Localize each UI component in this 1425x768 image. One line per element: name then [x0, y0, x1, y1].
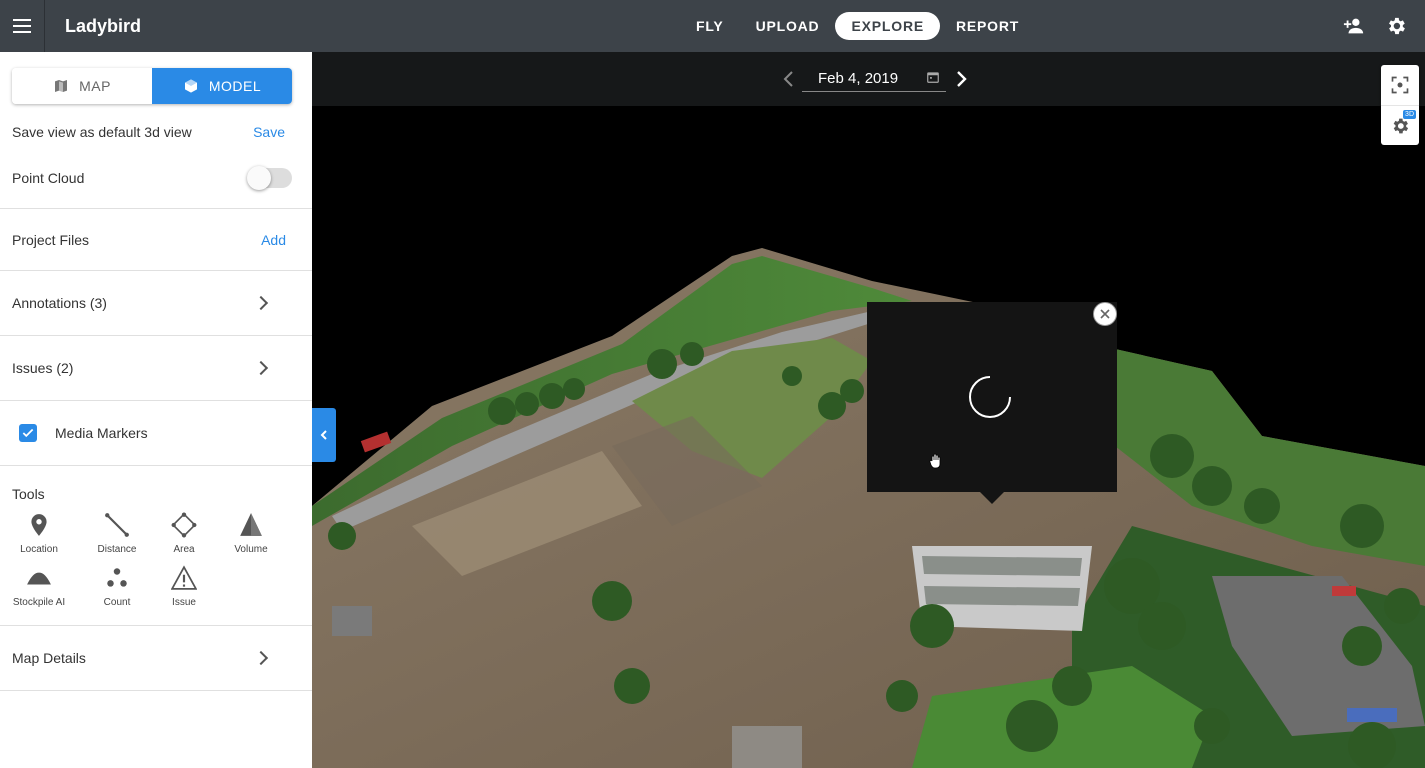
tool-issue[interactable]: Issue — [157, 565, 211, 608]
tool-distance[interactable]: Distance — [90, 512, 144, 555]
main-nav: FLY UPLOAD EXPLORE REPORT — [680, 0, 1035, 52]
top-bar: Ladybird FLY UPLOAD EXPLORE REPORT — [0, 0, 1425, 52]
chevron-left-icon[interactable] — [782, 70, 796, 88]
loading-spinner-icon — [969, 376, 1011, 418]
point-cloud-row: Point Cloud — [0, 158, 312, 198]
annotations-row[interactable]: Annotations (3) — [0, 271, 312, 335]
tools-grid: Location Distance Area Volume Stockpile … — [0, 502, 312, 608]
media-marker-popup — [867, 302, 1117, 504]
collapse-sidebar-button[interactable] — [312, 408, 336, 462]
3d-badge: 3D — [1403, 110, 1416, 119]
issues-row[interactable]: Issues (2) — [0, 336, 312, 400]
model-toggle-label: MODEL — [208, 78, 262, 94]
close-popup-button[interactable] — [1093, 302, 1117, 326]
tool-stockpile-ai[interactable]: Stockpile AI — [12, 565, 66, 608]
date-picker-field[interactable]: Feb 4, 2019 — [802, 66, 946, 92]
tool-count[interactable]: Count — [90, 565, 144, 608]
app-title: Ladybird — [65, 15, 142, 36]
save-view-label: Save view as default 3d view — [12, 124, 192, 140]
map-details-label: Map Details — [12, 650, 86, 666]
chevron-left-icon — [320, 430, 327, 440]
tool-volume[interactable]: Volume — [224, 512, 278, 555]
issues-label: Issues (2) — [12, 360, 74, 376]
nav-fly[interactable]: FLY — [680, 12, 740, 40]
map-icon — [55, 80, 68, 92]
nav-explore[interactable]: EXPLORE — [835, 12, 940, 40]
point-cloud-label: Point Cloud — [12, 170, 85, 186]
save-view-row: Save view as default 3d view Save — [0, 106, 312, 158]
chevron-right-icon — [253, 650, 269, 666]
area-polygon-icon — [171, 512, 197, 538]
tool-area[interactable]: Area — [157, 512, 211, 555]
location-pin-icon — [31, 514, 47, 536]
distance-line-icon — [105, 513, 129, 537]
checkmark-icon — [22, 428, 34, 438]
count-dots-icon — [107, 568, 127, 587]
tool-area-label: Area — [173, 544, 195, 555]
tool-distance-label: Distance — [97, 544, 137, 555]
tools-heading: Tools — [12, 486, 45, 502]
close-icon — [1100, 309, 1110, 319]
nav-report[interactable]: REPORT — [940, 12, 1035, 40]
popup-pointer — [980, 492, 1004, 504]
tool-volume-label: Volume — [234, 544, 268, 555]
tool-count-label: Count — [103, 597, 131, 608]
3d-settings-button[interactable]: 3D — [1381, 105, 1419, 145]
chevron-right-icon[interactable] — [954, 70, 968, 88]
tool-location-label: Location — [20, 544, 58, 555]
chevron-right-icon — [253, 360, 269, 376]
media-markers-label: Media Markers — [55, 425, 148, 441]
stockpile-icon — [27, 572, 51, 585]
calendar-icon[interactable] — [926, 70, 940, 84]
hand-cursor-icon — [929, 453, 941, 469]
annotations-label: Annotations (3) — [12, 295, 107, 311]
focus-frame-icon — [1391, 76, 1409, 94]
hamburger-menu-icon[interactable] — [0, 0, 45, 52]
cube-icon — [184, 79, 197, 93]
project-files-label: Project Files — [12, 231, 90, 248]
view-toggle: MAP MODEL — [12, 68, 292, 104]
project-files-row: Project Files Add — [0, 209, 312, 270]
tool-stockpile-label: Stockpile AI — [12, 597, 66, 608]
focus-view-button[interactable] — [1381, 65, 1419, 105]
media-markers-row: Media Markers — [0, 401, 312, 465]
sidebar: MAP MODEL Save view as default 3d view S… — [0, 52, 312, 768]
date-value: Feb 4, 2019 — [818, 70, 899, 87]
nav-upload[interactable]: UPLOAD — [740, 12, 836, 40]
gear-icon[interactable] — [1385, 15, 1407, 37]
add-user-icon[interactable] — [1343, 15, 1365, 37]
date-bar: Feb 4, 2019 — [312, 52, 1425, 106]
chevron-right-icon — [253, 295, 269, 311]
media-markers-checkbox[interactable] — [19, 424, 37, 442]
volume-cone-icon — [240, 513, 262, 536]
viewer-controls: 3D — [1381, 65, 1419, 145]
warning-triangle-icon — [171, 565, 197, 590]
map-toggle-label: MAP — [79, 78, 111, 94]
tool-location[interactable]: Location — [12, 512, 66, 555]
map-toggle-button[interactable]: MAP — [12, 68, 152, 104]
model-toggle-button[interactable]: MODEL — [152, 68, 292, 104]
save-view-link[interactable]: Save — [253, 124, 300, 140]
point-cloud-toggle[interactable] — [247, 166, 292, 190]
tool-issue-label: Issue — [172, 597, 196, 608]
map-details-row[interactable]: Map Details — [0, 626, 312, 690]
add-files-link[interactable]: Add — [261, 232, 300, 248]
